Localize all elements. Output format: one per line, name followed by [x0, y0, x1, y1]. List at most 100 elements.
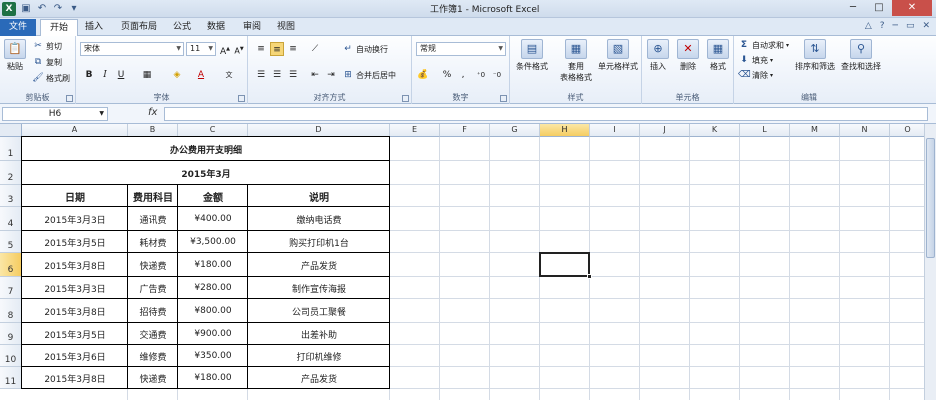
- row-header-3[interactable]: 3: [0, 185, 22, 207]
- column-header-i[interactable]: I: [590, 124, 640, 137]
- table-cell[interactable]: 快递费: [128, 367, 178, 389]
- column-header-h[interactable]: H: [540, 124, 590, 137]
- tab-insert[interactable]: 插入: [76, 19, 112, 36]
- paste-button[interactable]: 📋 粘贴: [2, 39, 28, 72]
- customize-qat-icon[interactable]: ▾: [68, 3, 80, 15]
- tab-formulas[interactable]: 公式: [164, 19, 200, 36]
- table-cell[interactable]: 2015年3月3日: [22, 207, 128, 231]
- table-cell[interactable]: 交通费: [128, 323, 178, 345]
- tab-data[interactable]: 数据: [198, 19, 234, 36]
- table-cell[interactable]: 通讯费: [128, 207, 178, 231]
- sort-filter-button[interactable]: ⇅ 排序和筛选: [792, 39, 838, 72]
- row-header-6[interactable]: 6: [0, 253, 22, 277]
- column-header-f[interactable]: F: [440, 124, 490, 137]
- phonetic-guide-icon[interactable]: 文: [222, 68, 236, 82]
- align-left-icon[interactable]: ☰: [254, 68, 268, 82]
- save-icon[interactable]: ▣: [20, 3, 32, 15]
- table-cell[interactable]: 产品发货: [248, 367, 390, 389]
- maximize-button[interactable]: □: [866, 0, 892, 16]
- number-format-combo[interactable]: 常规 ▼: [416, 42, 506, 56]
- name-box[interactable]: H6 ▼: [2, 107, 108, 121]
- shrink-font-button[interactable]: A▼: [232, 42, 246, 56]
- bold-button[interactable]: B: [82, 68, 96, 82]
- clear-button[interactable]: ⌫ 清除 ▾: [738, 69, 773, 81]
- row-header-11[interactable]: 11: [0, 367, 22, 389]
- table-cell[interactable]: ¥280.00: [178, 277, 248, 299]
- alignment-launcher-icon[interactable]: [402, 95, 409, 102]
- row-header-7[interactable]: 7: [0, 277, 22, 299]
- insert-function-icon[interactable]: fx: [148, 107, 157, 118]
- column-header-n[interactable]: N: [840, 124, 890, 137]
- column-header-l[interactable]: L: [740, 124, 790, 137]
- column-header-k[interactable]: K: [690, 124, 740, 137]
- table-header-cell[interactable]: 说明: [248, 185, 390, 207]
- align-top-icon[interactable]: ≡: [254, 42, 268, 56]
- align-middle-icon[interactable]: ≡: [270, 42, 284, 56]
- borders-icon[interactable]: ▦: [140, 68, 154, 82]
- table-cell[interactable]: 2015年3月8日: [22, 367, 128, 389]
- clipboard-launcher-icon[interactable]: [66, 95, 73, 102]
- row-header-5[interactable]: 5: [0, 231, 22, 253]
- table-cell[interactable]: 2015年3月8日: [22, 253, 128, 277]
- table-cell[interactable]: 公司员工聚餐: [248, 299, 390, 323]
- table-header-cell[interactable]: 费用科目: [128, 185, 178, 207]
- delete-cells-button[interactable]: ✕ 删除: [674, 39, 702, 72]
- increase-decimal-icon[interactable]: ⁺0: [474, 68, 488, 82]
- find-select-button[interactable]: ⚲ 查找和选择: [838, 39, 884, 72]
- align-right-icon[interactable]: ☰: [286, 68, 300, 82]
- column-header-e[interactable]: E: [390, 124, 440, 137]
- workbook-minimize-icon[interactable]: ─: [893, 21, 898, 31]
- row-header-1[interactable]: 1: [0, 137, 22, 161]
- font-name-combo[interactable]: 宋体 ▼: [80, 42, 184, 56]
- cut-button[interactable]: ✂ 剪切: [32, 40, 62, 52]
- orientation-icon[interactable]: ⟋: [308, 42, 322, 56]
- autosum-button[interactable]: Σ 自动求和 ▾: [738, 39, 789, 51]
- formula-input[interactable]: [164, 107, 928, 121]
- align-center-icon[interactable]: ☰: [270, 68, 284, 82]
- vertical-scrollbar[interactable]: [924, 124, 936, 400]
- table-cell[interactable]: 购买打印机1台: [248, 231, 390, 253]
- conditional-formatting-button[interactable]: ▤ 条件格式: [512, 39, 552, 72]
- table-header-cell[interactable]: 日期: [22, 185, 128, 207]
- table-cell[interactable]: 耗材费: [128, 231, 178, 253]
- table-cell[interactable]: ¥400.00: [178, 207, 248, 231]
- font-size-combo[interactable]: 11 ▼: [186, 42, 216, 56]
- tab-page-layout[interactable]: 页面布局: [112, 19, 166, 36]
- select-all-corner[interactable]: [0, 124, 22, 137]
- table-cell[interactable]: ¥800.00: [178, 299, 248, 323]
- table-cell[interactable]: 产品发货: [248, 253, 390, 277]
- scrollbar-thumb[interactable]: [926, 138, 935, 258]
- row-header-10[interactable]: 10: [0, 345, 22, 367]
- sheet-title[interactable]: 办公费用开支明细: [22, 137, 390, 161]
- currency-icon[interactable]: 💰: [416, 68, 430, 82]
- workbook-restore-icon[interactable]: ▭: [906, 21, 915, 31]
- fill-button[interactable]: ⬇ 填充 ▾: [738, 54, 773, 66]
- row-header-4[interactable]: 4: [0, 207, 22, 231]
- row-header-9[interactable]: 9: [0, 323, 22, 345]
- percent-button[interactable]: %: [440, 68, 454, 82]
- tab-home[interactable]: 开始: [40, 19, 79, 37]
- table-cell[interactable]: ¥350.00: [178, 345, 248, 367]
- underline-button[interactable]: U: [114, 68, 128, 82]
- undo-icon[interactable]: ↶: [36, 3, 48, 15]
- table-cell[interactable]: 招待费: [128, 299, 178, 323]
- column-header-g[interactable]: G: [490, 124, 540, 137]
- fill-color-icon[interactable]: ◈: [170, 68, 184, 82]
- minimize-button[interactable]: ─: [840, 0, 866, 16]
- increase-indent-icon[interactable]: ⇥: [324, 68, 338, 82]
- table-cell[interactable]: 打印机维修: [248, 345, 390, 367]
- column-header-j[interactable]: J: [640, 124, 690, 137]
- decrease-indent-icon[interactable]: ⇤: [308, 68, 322, 82]
- sheet-subtitle[interactable]: 2015年3月: [22, 161, 390, 185]
- help-icon[interactable]: ?: [880, 21, 885, 31]
- workbook-close-icon[interactable]: ✕: [922, 21, 930, 31]
- font-color-icon[interactable]: A: [194, 68, 208, 82]
- table-cell[interactable]: 缴纳电话费: [248, 207, 390, 231]
- redo-icon[interactable]: ↷: [52, 3, 64, 15]
- table-cell[interactable]: ¥3,500.00: [178, 231, 248, 253]
- wrap-text-button[interactable]: ↵ 自动换行: [342, 43, 388, 55]
- insert-cells-button[interactable]: ⊕ 插入: [644, 39, 672, 72]
- grow-font-button[interactable]: A▲: [218, 42, 232, 57]
- table-cell[interactable]: ¥180.00: [178, 253, 248, 277]
- table-cell[interactable]: 出差补助: [248, 323, 390, 345]
